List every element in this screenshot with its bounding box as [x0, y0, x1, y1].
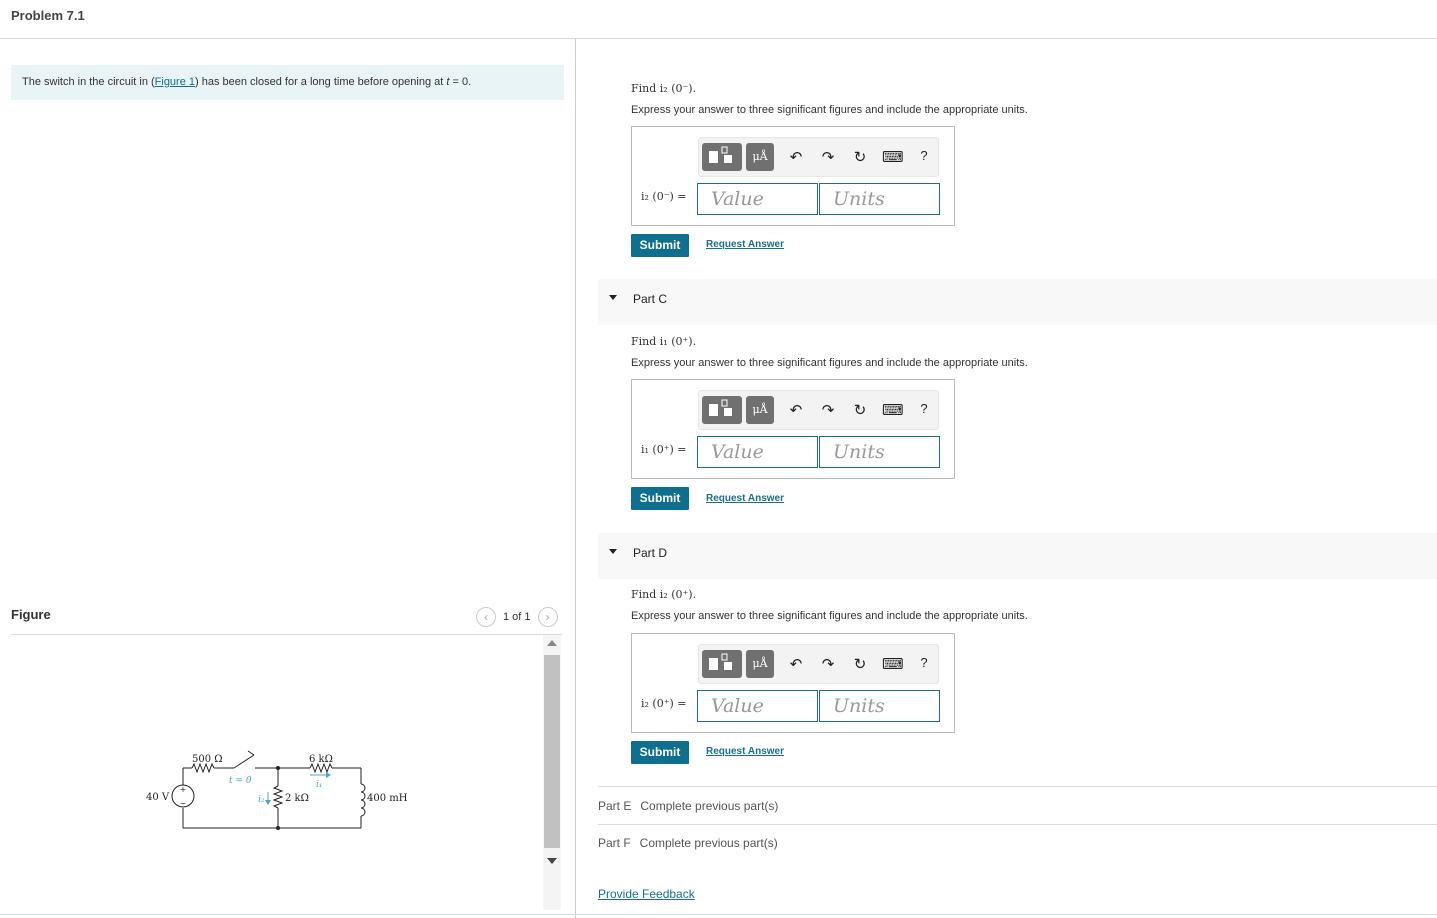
reset-icon[interactable]: ↻ [850, 401, 870, 419]
answer-box: μÅ ↶ ↷ ↻ ⌨ ? i₂ (0⁺) = Value Units [631, 633, 955, 733]
reset-icon[interactable]: ↻ [850, 655, 870, 673]
keyboard-icon[interactable]: ⌨ [882, 655, 904, 673]
help-icon[interactable]: ? [914, 401, 934, 416]
help-icon[interactable]: ? [914, 148, 934, 163]
units-button[interactable]: μÅ [746, 143, 774, 171]
part-c-header[interactable]: Part C [598, 279, 1437, 325]
part-b-prompt: Find i₂ (0⁻). Express your answer to thr… [631, 82, 1171, 116]
part-title: Part F [598, 836, 631, 850]
figure-heading: Figure [11, 607, 51, 622]
part-e-row[interactable]: Part E Complete previous part(s) [598, 799, 787, 813]
request-answer-link[interactable]: Request Answer [706, 493, 784, 504]
redo-icon[interactable]: ↷ [818, 655, 838, 673]
figure-link[interactable]: Figure 1 [155, 76, 195, 88]
figure-pager: ‹ 1 of 1 › [476, 607, 558, 627]
instructions-text: Express your answer to three significant… [631, 610, 1028, 622]
units-input[interactable]: Units [819, 690, 940, 722]
undo-icon[interactable]: ↶ [786, 401, 806, 419]
redo-icon[interactable]: ↷ [818, 401, 838, 419]
statement-text-1: The switch in the circuit in ( [22, 76, 155, 88]
units-button[interactable]: μÅ [746, 396, 774, 424]
submit-button[interactable]: Submit [631, 741, 689, 764]
inductor-label: 400 mH [367, 793, 408, 804]
i2-label: i₂ [258, 795, 265, 805]
source-label: 40 V [146, 792, 170, 803]
answer-label: i₂ (0⁻) = [641, 190, 687, 203]
keyboard-icon[interactable]: ⌨ [882, 401, 904, 419]
request-answer-link[interactable]: Request Answer [706, 239, 784, 250]
part-status: Complete previous part(s) [640, 799, 779, 813]
provide-feedback-link[interactable]: Provide Feedback [598, 887, 695, 901]
answer-label: i₁ (0⁺) = [641, 443, 687, 456]
problem-title: Problem 7.1 [11, 8, 85, 23]
math-toolbar: μÅ ↶ ↷ ↻ ⌨ ? [698, 644, 939, 684]
part-divider [598, 786, 1437, 787]
source-minus: − [180, 799, 187, 808]
part-status: Complete previous part(s) [639, 836, 778, 850]
units-input[interactable]: Units [819, 183, 940, 215]
templates-icon[interactable] [702, 143, 742, 171]
switch-label: t = 0 [229, 776, 252, 786]
undo-icon[interactable]: ↶ [786, 148, 806, 166]
undo-icon[interactable]: ↶ [786, 655, 806, 673]
part-d-prompt: Find i₂ (0⁺). Express your answer to thr… [631, 588, 1171, 622]
source-plus: + [180, 785, 187, 794]
submit-button[interactable]: Submit [631, 487, 689, 510]
reset-icon[interactable]: ↻ [850, 148, 870, 166]
scroll-thumb[interactable] [544, 655, 560, 848]
part-divider [598, 824, 1437, 825]
units-input[interactable]: Units [819, 436, 940, 468]
caret-down-icon[interactable] [609, 549, 617, 554]
part-title: Part C [633, 292, 668, 306]
r1-label: 500 Ω [192, 754, 223, 765]
r3-label: 2 kΩ [285, 793, 309, 804]
statement-text-2: ) has been closed for a long time before… [195, 76, 447, 88]
submit-button[interactable]: Submit [631, 234, 689, 257]
figure-scrollbar[interactable] [543, 635, 561, 910]
answer-label: i₂ (0⁺) = [641, 697, 687, 710]
instructions-text: Express your answer to three significant… [631, 357, 1028, 369]
math-toolbar: μÅ ↶ ↷ ↻ ⌨ ? [698, 390, 939, 430]
pane-divider[interactable] [575, 39, 576, 918]
request-answer-link[interactable]: Request Answer [706, 746, 784, 757]
figure-divider [11, 634, 562, 635]
circuit-diagram: + − 40 V 500 Ω t = 0 6 kΩ 2 kΩ 400 mH i₂… [146, 750, 408, 830]
pager-text: 1 of 1 [503, 611, 531, 623]
part-title: Part D [633, 546, 668, 560]
answer-box: μÅ ↶ ↷ ↻ ⌨ ? i₂ (0⁻) = Value Units [631, 126, 955, 226]
part-d-header[interactable]: Part D [598, 533, 1437, 579]
templates-icon[interactable] [702, 396, 742, 424]
redo-icon[interactable]: ↷ [818, 148, 838, 166]
statement-text-3: = 0. [449, 76, 472, 88]
keyboard-icon[interactable]: ⌨ [882, 148, 904, 166]
caret-down-icon[interactable] [609, 295, 617, 300]
part-title: Part E [598, 799, 632, 813]
answer-box: μÅ ↶ ↷ ↻ ⌨ ? i₁ (0⁺) = Value Units [631, 379, 955, 479]
value-input[interactable]: Value [697, 690, 818, 722]
i1-label: i₁ [316, 780, 323, 790]
part-f-row[interactable]: Part F Complete previous part(s) [598, 836, 787, 850]
templates-icon[interactable] [702, 650, 742, 678]
math-toolbar: μÅ ↶ ↷ ↻ ⌨ ? [698, 137, 939, 177]
value-input[interactable]: Value [697, 183, 818, 215]
part-c-prompt: Find i₁ (0⁺). Express your answer to thr… [631, 335, 1171, 369]
bottom-divider [0, 914, 1437, 915]
help-icon[interactable]: ? [914, 655, 934, 670]
find-text: Find i₂ (0⁻). [631, 82, 697, 95]
instructions-text: Express your answer to three significant… [631, 104, 1028, 116]
chevron-left-icon[interactable]: ‹ [476, 607, 496, 627]
find-text: Find i₁ (0⁺). [631, 335, 697, 348]
find-text: Find i₂ (0⁺). [631, 588, 697, 601]
chevron-right-icon[interactable]: › [537, 607, 558, 627]
value-input[interactable]: Value [697, 436, 818, 468]
scroll-up-icon[interactable] [547, 640, 557, 646]
r2-label: 6 kΩ [309, 754, 333, 765]
units-button[interactable]: μÅ [746, 650, 774, 678]
problem-statement: The switch in the circuit in (Figure 1) … [11, 65, 564, 100]
scroll-down-icon[interactable] [547, 858, 557, 864]
